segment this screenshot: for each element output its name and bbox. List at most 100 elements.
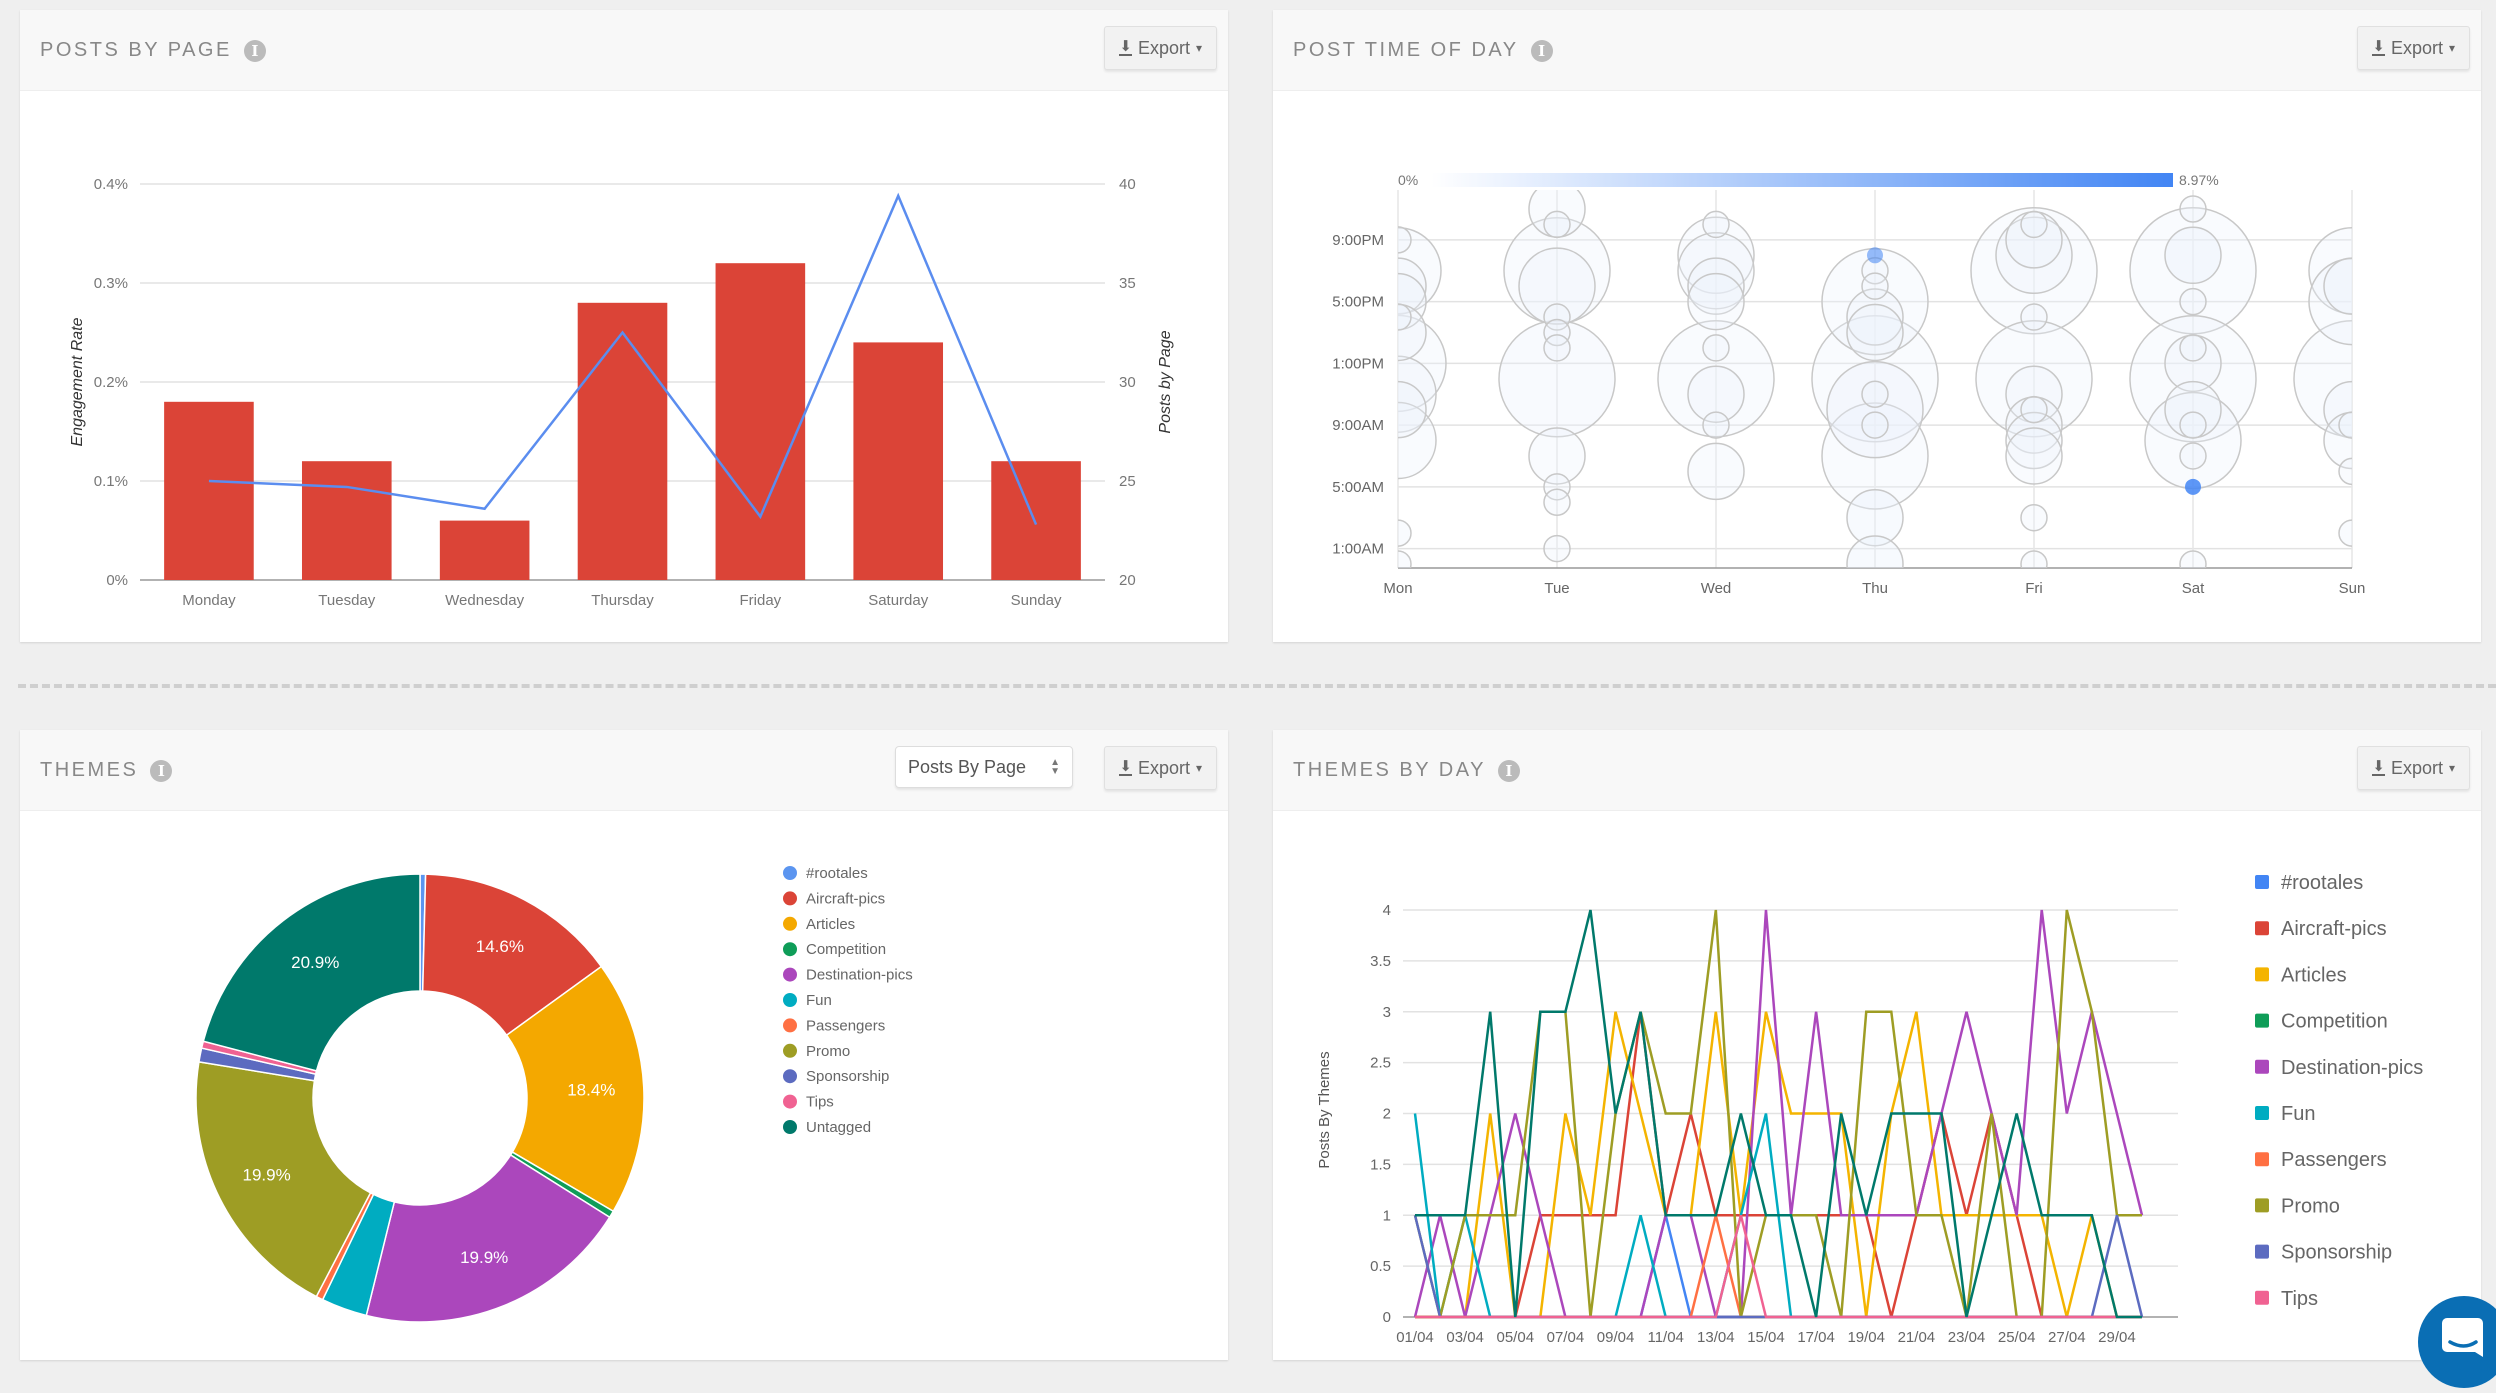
x-tick-label: Thu	[1862, 580, 1888, 597]
bubble	[2020, 550, 2048, 568]
legend-swatch	[783, 1094, 797, 1109]
bubble	[2338, 519, 2352, 547]
bar	[715, 263, 806, 580]
export-button[interactable]: ⬇ Export ▾	[2357, 26, 2470, 70]
bubble	[1543, 488, 1571, 517]
x-tick-label: 29/04	[2098, 1329, 2136, 1346]
legend-label: Fun	[2281, 1103, 2315, 1125]
bubble	[2179, 411, 2207, 439]
card-header: POST TIME OF DAY i ⬇ Export ▾	[1273, 10, 2481, 91]
posts-by-page-card: POSTS BY PAGE i ⬇ Export ▾ 0% 0.1% 0.2% 0.3…	[20, 10, 1228, 642]
bubble	[1861, 272, 1889, 300]
info-icon[interactable]: i	[243, 39, 266, 62]
bubble	[1826, 360, 1924, 459]
y-tick-label: 0.1%	[94, 473, 128, 490]
legend-swatch	[783, 942, 797, 957]
export-button[interactable]: ⬇ Export ▾	[1104, 746, 1217, 790]
x-tick-label: Sat	[2182, 580, 2205, 597]
themes-donut-chart: 14.6% 18.4% 19.9% 19.9% 20.9% #rootales Aircra…	[195, 865, 913, 1323]
legend-swatch	[2255, 1244, 2269, 1259]
card-title: THEMES BY DAY i	[1293, 759, 1520, 782]
y2-tick-label: 25	[1119, 473, 1136, 490]
y2-tick-label: 30	[1119, 374, 1136, 391]
y2-axis-label: Posts by Page	[1157, 330, 1174, 433]
card-title-text: POSTS BY PAGE	[40, 39, 232, 61]
legend-label: Competition	[2281, 1011, 2388, 1033]
card-title-text: THEMES BY DAY	[1293, 759, 1486, 781]
legend-label: Passengers	[806, 1017, 885, 1034]
bubble	[1543, 334, 1571, 362]
x-tick-label: Tue	[1544, 580, 1569, 597]
x-tick-label: Thursday	[591, 592, 654, 609]
post-time-of-day-chart: 0% 8.97% 1:00AM 5:00AM 9:00AM 1:00PM 5:00PM 9:0…	[1332, 172, 2366, 597]
themes-by-day-card: THEMES BY DAY i ⬇ Export ▾ 0 0.5 1 1.5 2 2.5 3…	[1273, 730, 2481, 1360]
bubble	[1687, 272, 1745, 331]
y-tick-label: 1:00PM	[1332, 355, 1384, 372]
bubble	[1398, 303, 1412, 331]
y-tick-label: 3	[1383, 1004, 1391, 1021]
y2-tick-label: 20	[1119, 572, 1136, 589]
x-tick-label: 21/04	[1898, 1329, 1936, 1346]
metric-select[interactable]: Posts By Page ▲ ▼	[895, 746, 1073, 788]
y-tick-label: 2	[1383, 1106, 1391, 1123]
legend-swatch	[783, 967, 797, 982]
bubble	[1702, 334, 1730, 362]
y-tick-label: 0.2%	[94, 374, 128, 391]
export-label: Export	[1137, 757, 1190, 778]
bubble	[2179, 334, 2207, 362]
info-icon[interactable]: i	[150, 759, 173, 782]
x-tick-label: 13/04	[1697, 1329, 1735, 1346]
legend-swatch	[783, 993, 797, 1007]
legend-swatch	[783, 1018, 797, 1033]
bubble	[2323, 257, 2352, 315]
export-button[interactable]: ⬇ Export ▾	[1104, 26, 1217, 70]
x-tick-label: 05/04	[1497, 1329, 1535, 1346]
download-icon: ⬇	[2372, 38, 2385, 56]
x-tick-label: 03/04	[1446, 1329, 1484, 1346]
caret-down-icon: ▾	[1195, 41, 1202, 55]
bubble	[2005, 427, 2063, 485]
bubble	[1687, 442, 1745, 501]
bubble	[2338, 411, 2352, 439]
x-tick-label: Sunday	[1011, 592, 1062, 609]
metric-select-value: Posts By Page	[908, 756, 1027, 777]
legend-swatch	[2255, 1106, 2269, 1120]
legend-label: Tips	[2281, 1288, 2318, 1310]
y-tick-label: 0	[1383, 1309, 1391, 1326]
y-tick-label: 1:00AM	[1332, 541, 1384, 558]
y-tick-label: 0.4%	[94, 176, 128, 193]
slice-label: 19.9%	[243, 1166, 291, 1185]
legend-label: Articles	[806, 916, 855, 933]
legend-label: Promo	[2281, 1195, 2340, 1217]
bubble	[2020, 303, 2048, 331]
pie-slice	[202, 873, 421, 1072]
bubble	[2020, 210, 2048, 239]
y-tick-label: 0%	[106, 572, 128, 589]
legend-label: Promo	[806, 1043, 850, 1060]
chat-widget-button[interactable]	[2418, 1296, 2496, 1388]
x-tick-label: Friday	[740, 592, 782, 609]
x-tick-label: Sun	[2339, 580, 2366, 597]
x-tick-label: Mon	[1383, 580, 1412, 597]
slice-label: 14.6%	[476, 937, 524, 956]
bubble	[1867, 247, 1883, 264]
info-icon[interactable]: i	[1497, 759, 1520, 782]
info-icon[interactable]: i	[1530, 39, 1553, 62]
legend-swatch	[2255, 1152, 2269, 1167]
x-tick-label: 07/04	[1547, 1329, 1585, 1346]
bubble	[1398, 226, 1412, 254]
x-tick-label: Tuesday	[318, 592, 375, 609]
export-button[interactable]: ⬇ Export ▾	[2357, 746, 2470, 790]
x-tick-label: 11/04	[1647, 1329, 1683, 1346]
legend-swatch	[783, 891, 797, 906]
y-tick-label: 3.5	[1370, 953, 1391, 970]
x-tick-label: 23/04	[1948, 1329, 1986, 1346]
bar	[164, 401, 254, 580]
y-tick-label: 5:00AM	[1332, 479, 1384, 496]
y-tick-label: 1	[1383, 1207, 1391, 1224]
legend-label: Destination-pics	[2281, 1057, 2423, 1079]
legend-swatch	[2255, 1013, 2269, 1028]
bubble	[1398, 550, 1412, 568]
y-tick-label: 9:00AM	[1332, 417, 1384, 434]
card-header: THEMES i Posts By Page ▲ ▼ ⬇ Export ▾	[20, 730, 1228, 811]
